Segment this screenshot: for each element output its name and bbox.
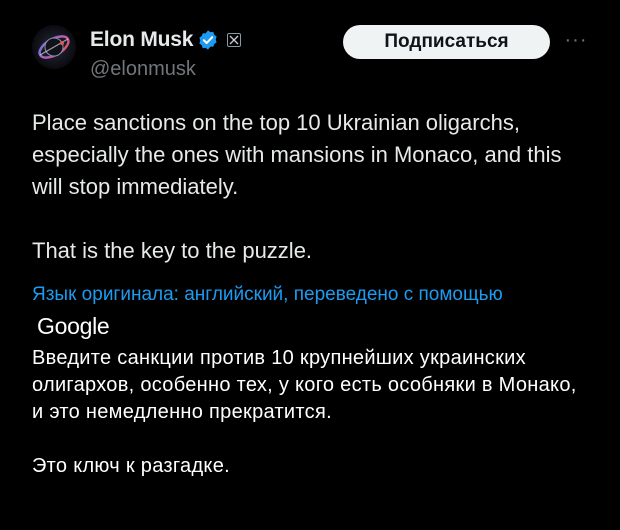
verified-badge-icon[interactable] bbox=[197, 29, 219, 51]
more-options-icon[interactable]: ··· bbox=[564, 28, 588, 52]
google-logo: Google bbox=[37, 313, 110, 339]
tweet-paragraph-1: Place sanctions on the top 10 Ukrainian … bbox=[32, 110, 562, 199]
tweet-text: Place sanctions on the top 10 Ukrainian … bbox=[32, 107, 592, 267]
translation-notice-link[interactable]: Язык оригинала: английский, переведено с… bbox=[32, 280, 592, 310]
translated-paragraph-2: Это ключ к разгадке. bbox=[32, 455, 230, 477]
tweet-paragraph-2: That is the key to the puzzle. bbox=[32, 238, 313, 263]
author-row: Elon Musk bbox=[90, 26, 242, 54]
x-logo-icon[interactable] bbox=[227, 33, 242, 47]
author-name[interactable]: Elon Musk bbox=[90, 28, 193, 52]
avatar[interactable] bbox=[32, 25, 76, 69]
translated-text: Введите санкции против 10 крупнейших укр… bbox=[32, 345, 592, 480]
tweet-card: Elon Musk @elonmusk Подписаться ··· Plac… bbox=[0, 0, 620, 530]
avatar-image bbox=[32, 25, 76, 69]
translated-paragraph-1: Введите санкции против 10 крупнейших укр… bbox=[32, 347, 577, 423]
author-handle[interactable]: @elonmusk bbox=[90, 58, 196, 81]
follow-button[interactable]: Подписаться bbox=[343, 25, 550, 59]
